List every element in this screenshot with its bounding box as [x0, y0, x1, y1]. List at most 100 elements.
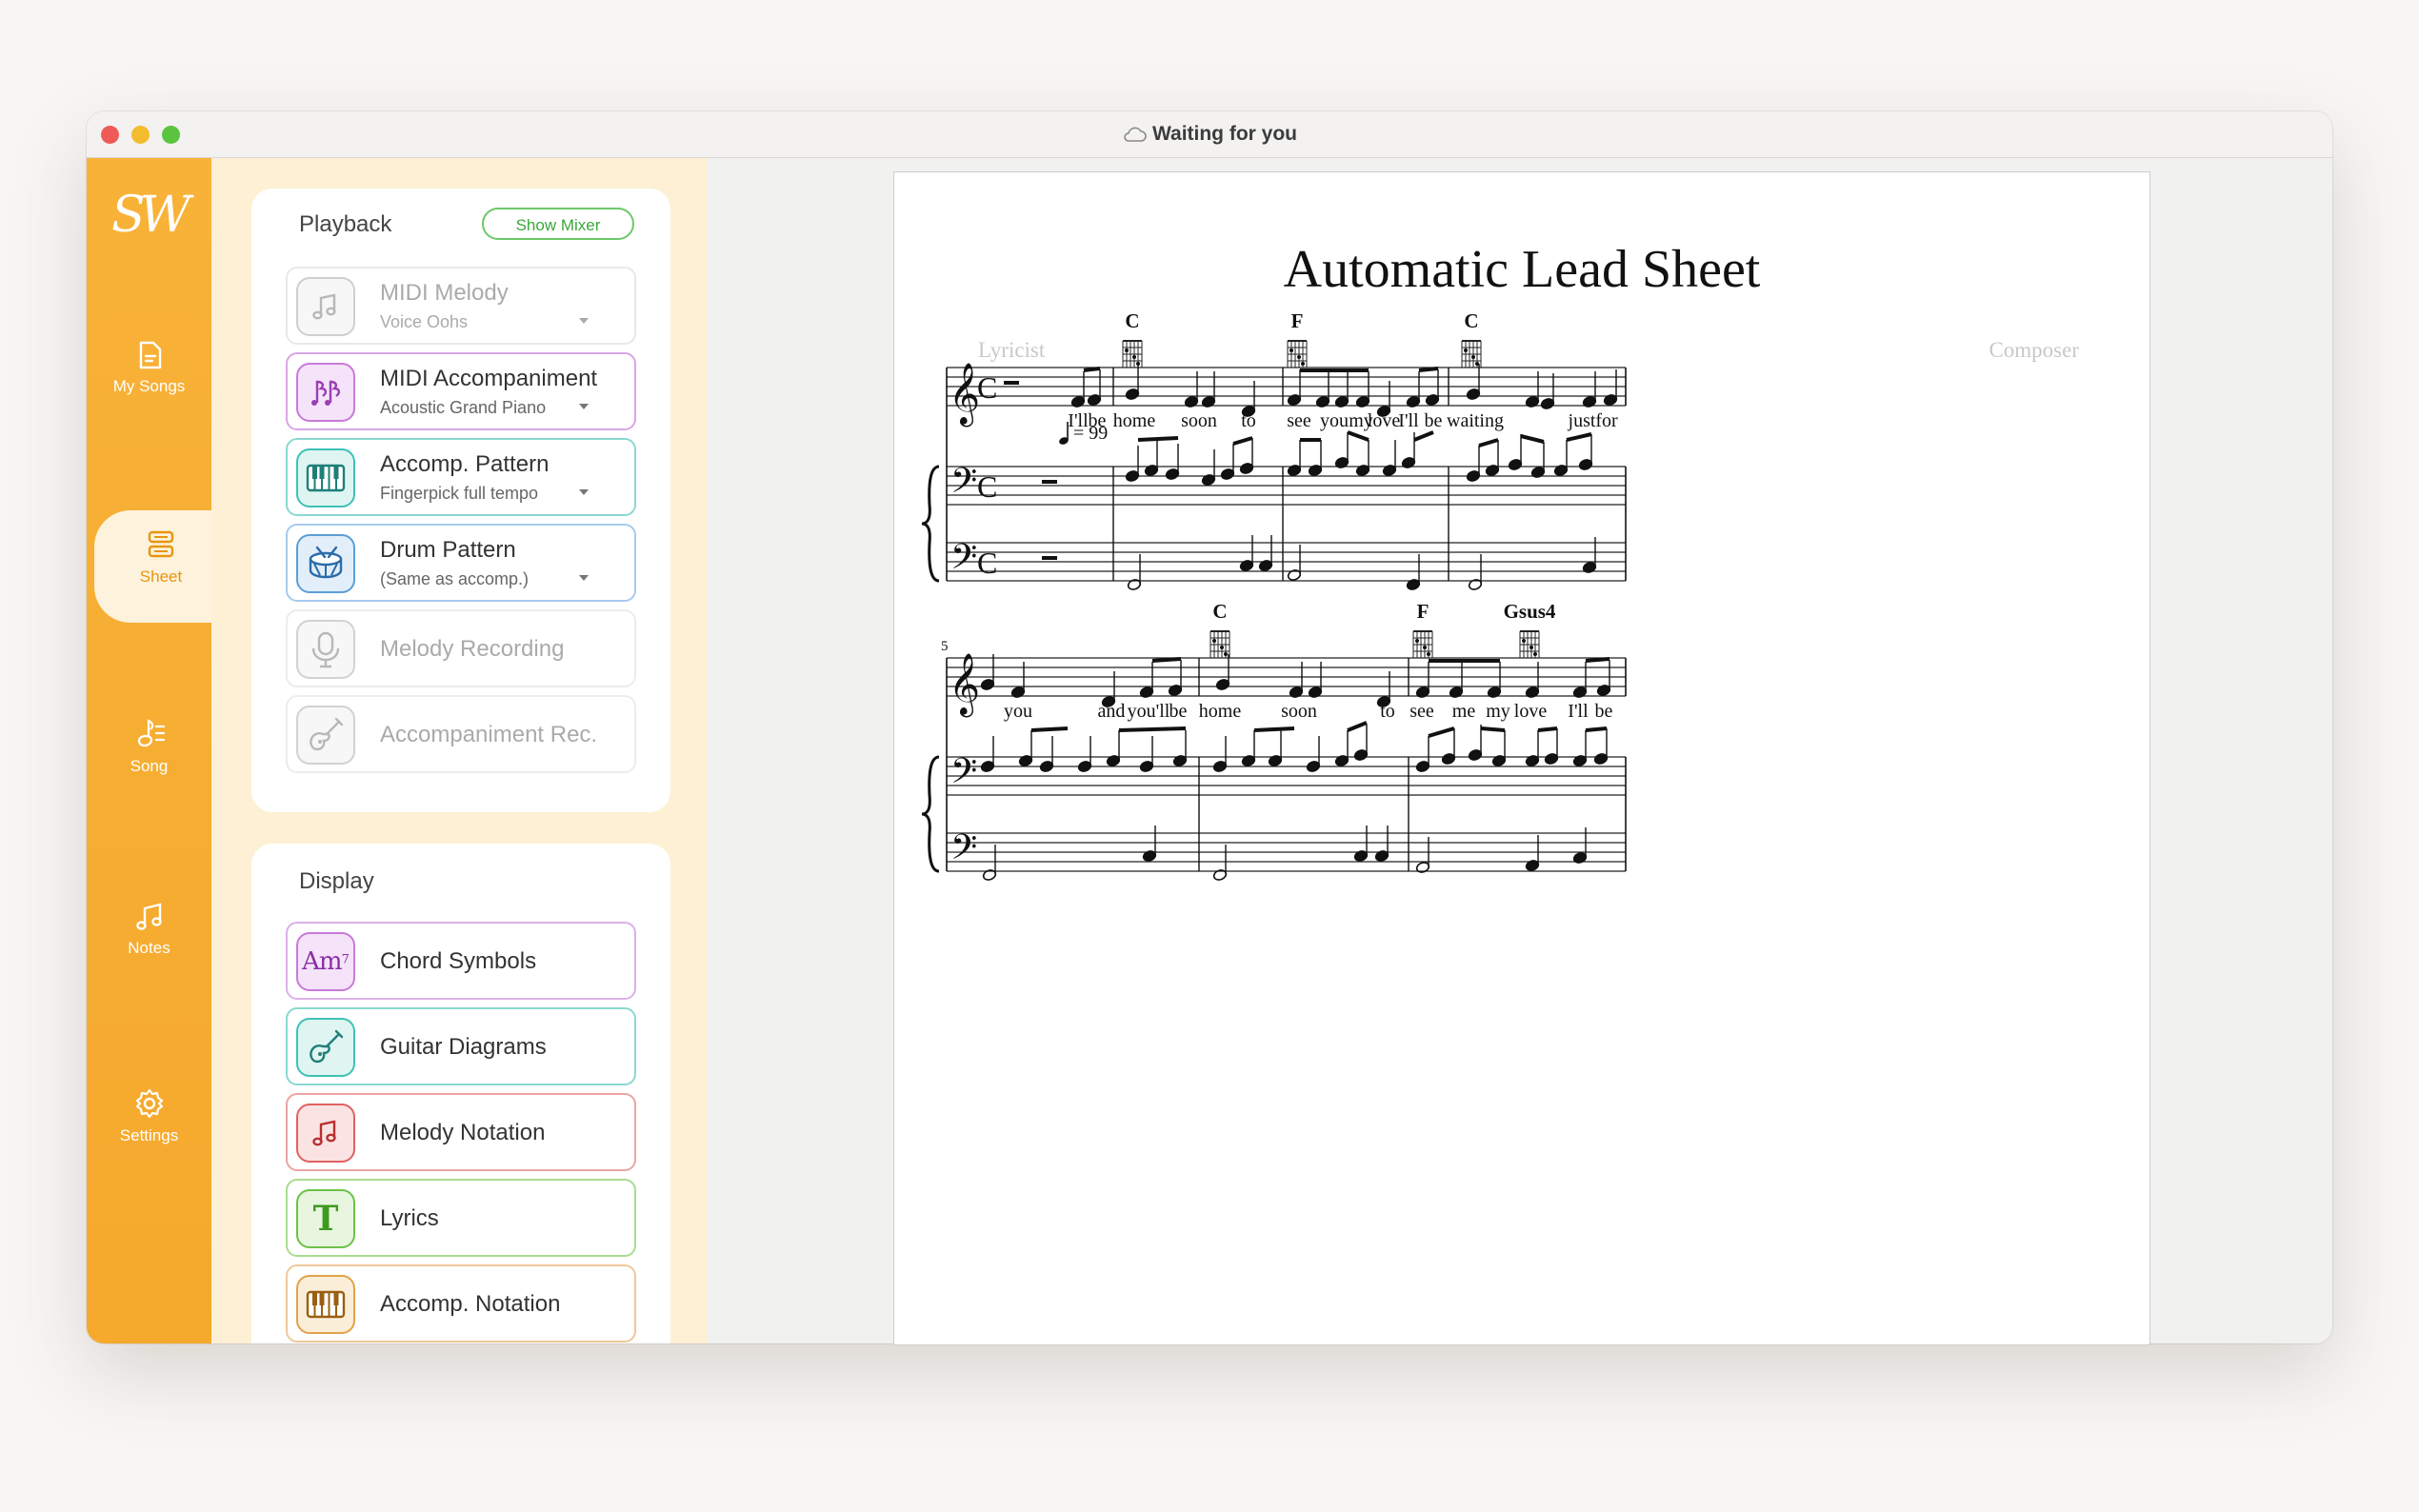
- diagram-dot: [1471, 355, 1475, 359]
- drum-icon: [296, 534, 355, 593]
- note-beam: [1083, 367, 1101, 372]
- lyricist-label: Lyricist: [978, 338, 1046, 362]
- note-beam: [1537, 726, 1558, 732]
- bass-clef: 𝄢: [950, 827, 977, 876]
- note-beam: [1347, 721, 1368, 732]
- drum-pattern-row[interactable]: Drum Pattern (Same as accomp.): [286, 524, 636, 602]
- document-icon: [139, 341, 161, 369]
- lyrics-row[interactable]: T Lyrics: [286, 1179, 636, 1257]
- lyric-syllable: I'll: [1398, 410, 1419, 431]
- chord-symbol: C: [1125, 309, 1139, 332]
- diagram-dot: [1220, 646, 1224, 649]
- chevron-down-icon[interactable]: [579, 318, 589, 324]
- row-label: Melody Notation: [380, 1120, 546, 1145]
- lyric-syllable: soon: [1281, 701, 1317, 722]
- chevron-down-icon[interactable]: [579, 404, 589, 409]
- diagram-dot: [1533, 652, 1537, 656]
- half-rest: [1004, 381, 1019, 385]
- piano-icon: [296, 1275, 355, 1334]
- nav-my-songs[interactable]: My Songs: [87, 339, 211, 453]
- nav-settings[interactable]: Settings: [87, 1086, 211, 1201]
- measure-number: 5: [941, 639, 949, 654]
- app-logo: SW: [111, 187, 190, 244]
- show-mixer-button[interactable]: Show Mixer: [482, 208, 634, 240]
- bass-clef: 𝄢: [950, 461, 977, 509]
- chevron-down-icon[interactable]: [579, 489, 589, 495]
- score-system-2: 𝄞𝄢𝄢5C F Gsus4you and you'll be home soon to see me…: [921, 600, 1627, 881]
- guitar-diagrams-row[interactable]: Guitar Diagrams: [286, 1007, 636, 1085]
- row-label: Drum Pattern: [380, 537, 516, 563]
- note-beam: [1253, 726, 1295, 732]
- note-beam: [1566, 432, 1592, 442]
- lyric-syllable: love: [1368, 410, 1401, 431]
- piano-icon: [296, 448, 355, 507]
- common-time: C: [977, 546, 997, 580]
- guitar-icon: [296, 1018, 355, 1077]
- common-time: C: [977, 469, 997, 504]
- grand-staff-brace: [921, 465, 940, 583]
- nav-notes[interactable]: Notes: [87, 901, 211, 1015]
- row-sub: Fingerpick full tempo: [380, 484, 539, 503]
- lyric-syllable: you'll: [1128, 701, 1170, 722]
- bass-clef: 𝄢: [950, 751, 977, 800]
- microphone-icon: [296, 620, 355, 679]
- nav-song[interactable]: Song: [87, 715, 211, 829]
- note-beam: [1232, 436, 1253, 446]
- lyric-syllable: see: [1409, 701, 1434, 722]
- lyric-syllable: to: [1241, 410, 1256, 431]
- note-beam: [1585, 657, 1610, 663]
- lyric-syllable: you: [1004, 701, 1032, 722]
- diagram-dot: [1522, 639, 1526, 643]
- chord-symbol: C: [1464, 309, 1478, 332]
- lyric-syllable: love: [1514, 701, 1548, 722]
- half-rest: [1042, 556, 1057, 560]
- nav-label: My Songs: [112, 377, 186, 395]
- sheet-icon: [148, 530, 174, 558]
- midi-accompaniment-row[interactable]: MIDI Accompaniment Acoustic Grand Piano: [286, 352, 636, 430]
- settings-panel: Playback Show Mixer MIDI Melody Voice Oo…: [211, 158, 708, 1343]
- melody-recording-row[interactable]: Melody Recording: [286, 609, 636, 687]
- score-title: Automatic Lead Sheet: [1284, 240, 1761, 299]
- treble-clef: 𝄞: [949, 363, 980, 427]
- window-title-area: Waiting for you: [87, 123, 2332, 146]
- note-beam: [1478, 438, 1499, 448]
- lyric-syllable: be: [1425, 410, 1443, 431]
- accomp-notation-row[interactable]: Accomp. Notation: [286, 1264, 636, 1343]
- nav-sheet[interactable]: Sheet: [94, 510, 228, 623]
- row-label: Accompaniment Rec.: [380, 722, 598, 747]
- music-note-icon: [296, 1104, 355, 1163]
- guitar-icon: [296, 706, 355, 765]
- note-beam: [1347, 430, 1369, 442]
- row-label: Guitar Diagrams: [380, 1034, 547, 1060]
- diagram-dot: [1297, 355, 1301, 359]
- melody-notation-row[interactable]: Melody Notation: [286, 1093, 636, 1171]
- chord-symbols-row[interactable]: Am7 Chord Symbols: [286, 922, 636, 1000]
- nav-label: Notes: [128, 939, 170, 957]
- lyric-syllable: be: [1089, 410, 1107, 431]
- chevron-down-icon[interactable]: [579, 575, 589, 581]
- diagram-dot: [1132, 355, 1136, 359]
- chord-symbol: C: [1212, 600, 1227, 623]
- nav-label: Song: [130, 757, 169, 775]
- lyric-syllable: you: [1320, 410, 1349, 431]
- diagram-dot: [1529, 646, 1533, 649]
- lyric-syllable: just: [1568, 410, 1596, 431]
- note-beam: [1118, 726, 1187, 732]
- row-label: Accomp. Pattern: [380, 451, 550, 477]
- nav-label: Settings: [119, 1126, 179, 1144]
- note-beam: [1151, 657, 1182, 663]
- display-title: Display: [299, 868, 374, 894]
- row-label: MIDI Melody: [380, 280, 509, 306]
- lyric-syllable: soon: [1181, 410, 1217, 431]
- playback-title: Playback: [299, 211, 392, 237]
- lyric-syllable: for: [1595, 410, 1618, 431]
- accomp-pattern-row[interactable]: Accomp. Pattern Fingerpick full tempo: [286, 438, 636, 516]
- lyric-syllable: home: [1113, 410, 1156, 431]
- composer-label: Composer: [1989, 338, 2079, 362]
- accompaniment-rec-row[interactable]: Accompaniment Rec.: [286, 695, 636, 773]
- row-label: Lyrics: [380, 1205, 439, 1231]
- row-label: MIDI Accompaniment: [380, 366, 598, 391]
- gear-icon: [135, 1088, 163, 1119]
- diagram-dot: [1212, 639, 1216, 643]
- midi-melody-row[interactable]: MIDI Melody Voice Oohs: [286, 267, 636, 345]
